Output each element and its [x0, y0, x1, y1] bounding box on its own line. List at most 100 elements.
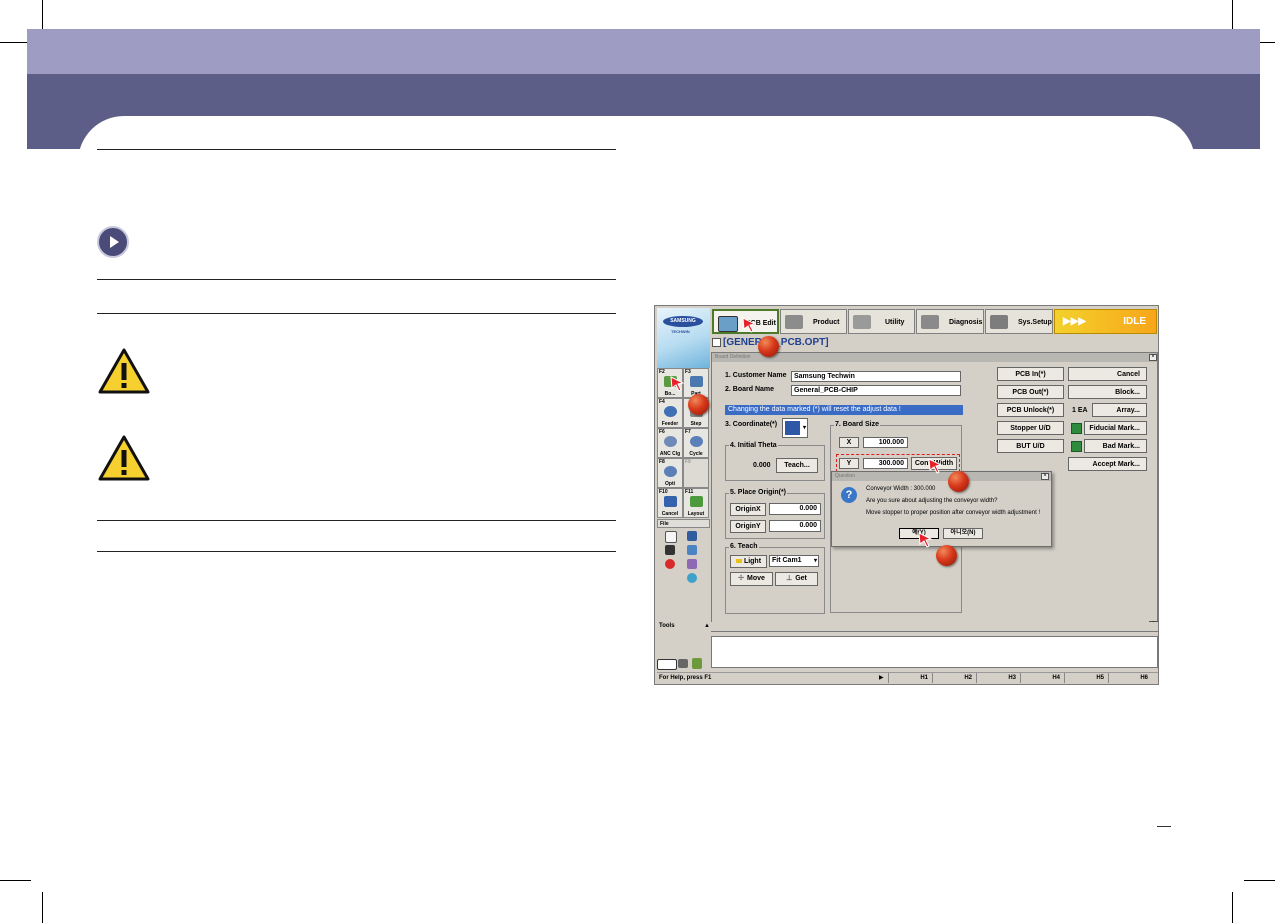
but-ud-button[interactable]: BUT U/D: [997, 439, 1064, 453]
opti-icon: [664, 466, 677, 477]
x-button[interactable]: X: [839, 437, 859, 448]
open-folder-icon[interactable]: [687, 531, 697, 541]
array-button[interactable]: Array...: [1092, 403, 1147, 417]
h6-button[interactable]: H6: [1108, 673, 1152, 683]
cancel-sidebar-button[interactable]: F10 Cancel: [657, 488, 683, 518]
tools-header[interactable]: Tools: [659, 622, 675, 631]
pcb-out-button[interactable]: PCB Out(*): [997, 385, 1064, 399]
transfer-icon[interactable]: [687, 545, 697, 555]
step-marker: [688, 394, 709, 415]
close-icon: [664, 496, 677, 507]
board-size-label: 7. Board Size: [834, 421, 880, 428]
h5-button[interactable]: H5: [1064, 673, 1108, 683]
pointer-cursor-icon: [742, 317, 757, 333]
light-button[interactable]: Light: [730, 555, 767, 568]
crop-mark: [0, 880, 31, 881]
print-icon[interactable]: [678, 659, 688, 668]
crop-mark: [42, 892, 43, 923]
place-origin-label: 5. Place Origin(*): [729, 489, 788, 496]
output-pane: [711, 636, 1158, 668]
main-toolbar: PCB Edit Product Utility Diagnosis Sys.S…: [711, 308, 1158, 335]
board-size-x-field[interactable]: 100.000: [863, 437, 908, 448]
chevron-up-icon[interactable]: ▲: [704, 622, 710, 631]
crop-mark: [1232, 0, 1233, 31]
feeder-button[interactable]: F4 Feeder: [657, 398, 683, 428]
pcb-in-button[interactable]: PCB In(*): [997, 367, 1064, 381]
move-icon: ✢: [738, 575, 744, 582]
file-checkbox[interactable]: [712, 338, 721, 347]
get-button[interactable]: ⊥ Get: [775, 572, 818, 586]
status-arrows: ▶▶▶: [1063, 316, 1087, 327]
close-icon[interactable]: ×: [1041, 473, 1049, 480]
divider: [97, 313, 616, 314]
coordinate-dropdown[interactable]: ▾: [782, 418, 808, 438]
opti-button[interactable]: F8 Opti: [657, 458, 683, 488]
h3-button[interactable]: H3: [976, 673, 1020, 683]
cancel-button[interactable]: Cancel: [1068, 367, 1147, 381]
bad-mark-button[interactable]: Bad Mark...: [1084, 439, 1147, 453]
confirm-line-2: Are you sure about adjusting the conveyo…: [866, 498, 998, 504]
origin-y-field[interactable]: 0.000: [769, 520, 821, 532]
play-small-icon[interactable]: ▶: [879, 673, 884, 683]
book-icon[interactable]: [692, 658, 702, 669]
h4-button[interactable]: H4: [1020, 673, 1064, 683]
fiducial-mark-button[interactable]: Fiducial Mark...: [1084, 421, 1147, 435]
tab-diagnosis[interactable]: Diagnosis: [916, 309, 984, 334]
close-icon[interactable]: ×: [1149, 354, 1157, 361]
stopper-ud-button[interactable]: Stopper U/D: [997, 421, 1064, 435]
origin-x-field[interactable]: 0.000: [769, 503, 821, 515]
no-button[interactable]: 아니오(N): [943, 528, 983, 539]
teach-button[interactable]: Teach...: [776, 458, 818, 473]
initial-theta-label: 4. Initial Theta: [729, 442, 778, 449]
move-button[interactable]: ✢ Move: [730, 572, 773, 586]
block-button[interactable]: Block...: [1068, 385, 1147, 399]
customer-name-field[interactable]: Samsung Techwin: [791, 371, 961, 382]
light-label: Light: [743, 558, 762, 565]
tab-utility[interactable]: Utility: [848, 309, 915, 334]
crop-mark: [1232, 892, 1233, 923]
utility-icon: [853, 315, 871, 329]
anc-clg-button[interactable]: F6 ANC Clg: [657, 428, 683, 458]
tab-label: Product: [813, 319, 840, 326]
chevron-down-icon: ▾: [813, 558, 817, 564]
logo-badge: SAMSUNG: [663, 316, 703, 327]
tab-sys-setup[interactable]: Sys.Setup: [985, 309, 1053, 334]
f9-button[interactable]: F9: [683, 458, 709, 488]
board-definition-dialog: Board Definition × 1. Customer Name Sams…: [711, 352, 1158, 632]
layout-button[interactable]: F11 Layout: [683, 488, 709, 518]
tools-bar: Tools ▲: [657, 622, 1158, 631]
h2-button[interactable]: H2: [932, 673, 976, 683]
function-key: F9: [685, 459, 691, 465]
accept-mark-button[interactable]: Accept Mark...: [1068, 457, 1147, 471]
h1-button[interactable]: H1: [888, 673, 932, 683]
save-icon[interactable]: [665, 545, 675, 555]
feeder-icon: [664, 406, 677, 417]
tool-icons: [657, 658, 709, 670]
samsung-logo: SAMSUNG TECHWIN: [657, 308, 710, 368]
board-name-field[interactable]: General_PCB-CHIP: [791, 385, 961, 396]
origin-y-button[interactable]: OriginY: [730, 520, 766, 533]
tab-label: Diagnosis: [949, 319, 983, 326]
confirm-title: Question: [835, 473, 856, 479]
part-icon: [690, 376, 703, 387]
button-label: Feeder: [661, 421, 679, 427]
light-icon: [735, 559, 742, 563]
font-icon[interactable]: [657, 659, 677, 670]
origin-x-button[interactable]: OriginX: [730, 503, 766, 516]
globe-icon[interactable]: [687, 573, 697, 583]
file-panel-header[interactable]: File: [657, 519, 710, 528]
pcb-unlock-button[interactable]: PCB Unlock(*): [997, 403, 1064, 417]
camera-select[interactable]: Fit Cam1 ▾: [769, 555, 819, 567]
confirm-line-1: Conveyor Width : 300.000: [866, 486, 936, 492]
cycle-button[interactable]: F7 Cycle: [683, 428, 709, 458]
function-key: F3: [685, 369, 691, 375]
tab-product[interactable]: Product: [780, 309, 847, 334]
page-card: [78, 116, 1195, 176]
new-file-icon[interactable]: [665, 531, 677, 543]
copy-icon[interactable]: [687, 559, 697, 569]
page-number-dash: [1157, 826, 1171, 827]
status-indicator: ▶▶▶ IDLE: [1054, 309, 1157, 334]
button-label: Cycle: [689, 451, 703, 457]
confirm-line-3: Move stopper to proper position after co…: [866, 510, 1041, 516]
power-icon[interactable]: [665, 559, 675, 569]
